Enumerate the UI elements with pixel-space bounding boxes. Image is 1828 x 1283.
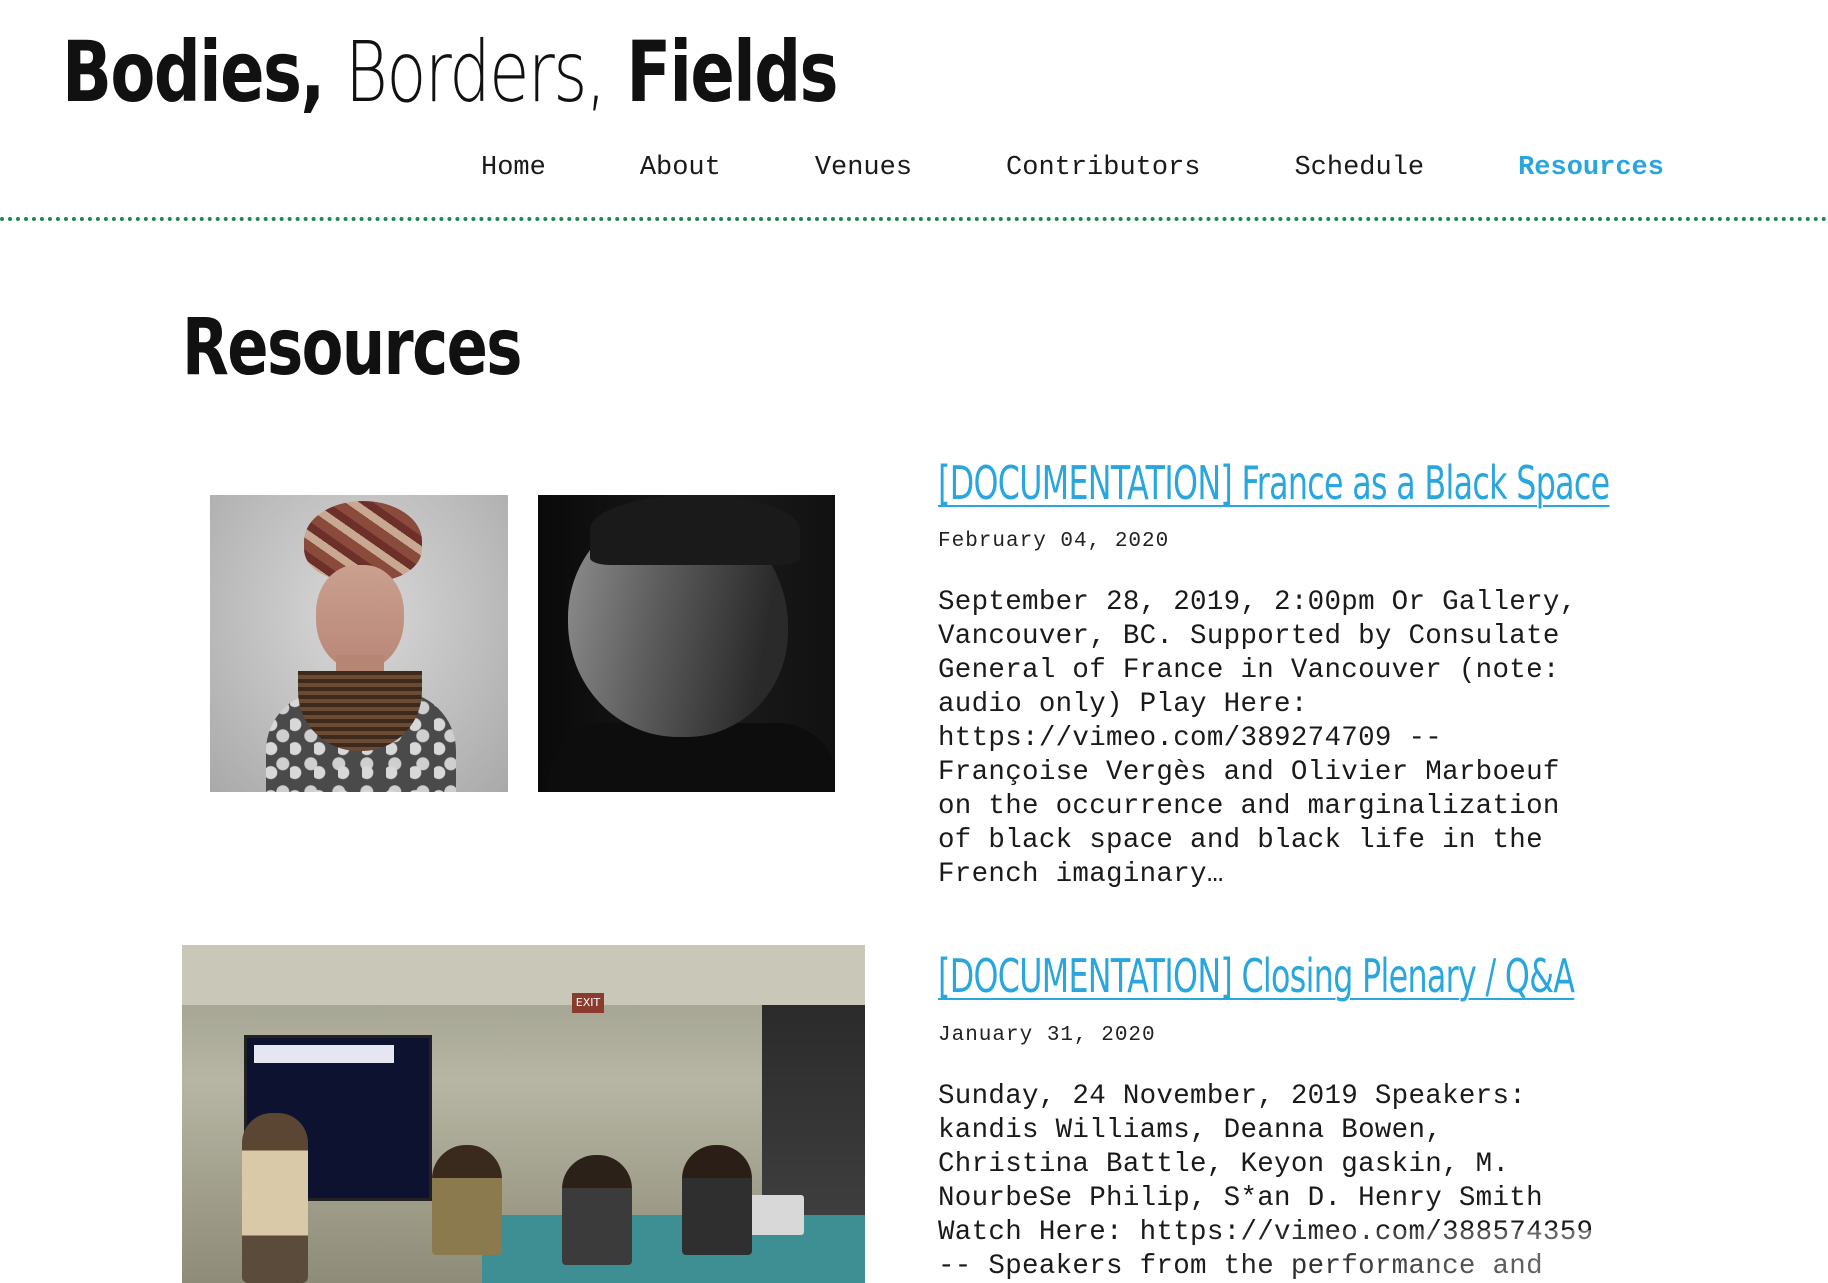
photo-detail bbox=[682, 1145, 752, 1255]
nav-item-resources[interactable]: Resources bbox=[1518, 148, 1664, 188]
photo-detail bbox=[482, 1215, 865, 1283]
photo-detail bbox=[590, 495, 800, 565]
exit-sign: EXIT bbox=[572, 993, 604, 1013]
profile-portrait-photo[interactable] bbox=[538, 495, 835, 792]
nav-item-contributors[interactable]: Contributors bbox=[1006, 148, 1200, 188]
site-title[interactable]: Bodies, Borders, Fields bbox=[62, 22, 839, 122]
photo-detail bbox=[254, 1045, 394, 1063]
photo-detail bbox=[562, 1155, 632, 1265]
post-title-link[interactable]: [DOCUMENTATION] Closing Plenary / Q&A bbox=[938, 948, 1575, 1004]
portrait-photo[interactable] bbox=[210, 495, 508, 792]
header-divider bbox=[0, 217, 1828, 221]
photo-detail bbox=[182, 945, 865, 1005]
nav-item-about[interactable]: About bbox=[640, 148, 721, 188]
site-title-word-2: Borders, bbox=[344, 23, 607, 121]
post-title-link[interactable]: [DOCUMENTATION] France as a Black Space bbox=[938, 455, 1610, 511]
post-date: February 04, 2020 bbox=[938, 530, 1170, 553]
post-excerpt: September 28, 2019, 2:00pm Or Gallery, V… bbox=[938, 587, 1577, 890]
nav-item-home[interactable]: Home bbox=[481, 148, 546, 188]
site-title-word-3: Fields bbox=[626, 23, 838, 121]
photo-detail bbox=[242, 1113, 308, 1283]
site-title-word-1: Bodies, bbox=[62, 23, 325, 121]
event-photo[interactable]: EXIT bbox=[182, 945, 865, 1283]
post-date: January 31, 2020 bbox=[938, 1024, 1156, 1047]
nav-item-venues[interactable]: Venues bbox=[815, 148, 912, 188]
main-nav: Home About Venues Contributors Schedule … bbox=[481, 148, 1664, 188]
post-excerpt: Sunday, 24 November, 2019 Speakers: kand… bbox=[938, 1081, 1594, 1282]
nav-item-schedule[interactable]: Schedule bbox=[1294, 148, 1424, 188]
page-title: Resources bbox=[182, 303, 523, 393]
photo-detail bbox=[432, 1145, 502, 1255]
